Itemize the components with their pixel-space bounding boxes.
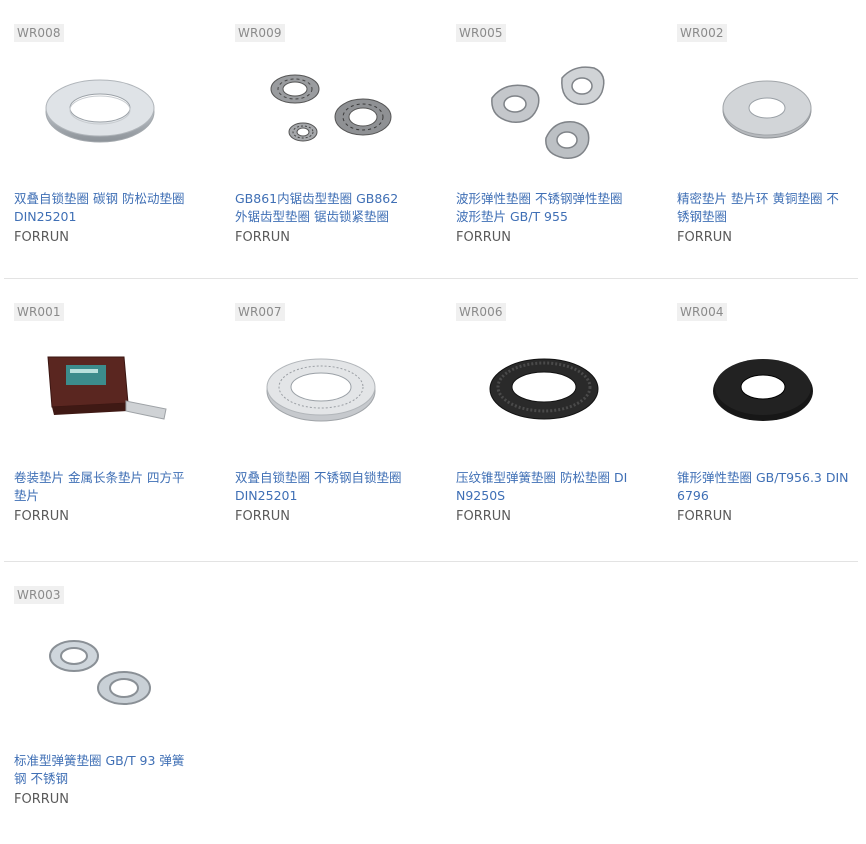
shim-stock-roll-box-icon[interactable] [32, 327, 192, 447]
product-brand: FORRUN [235, 509, 291, 524]
product-sku-badge: WR004 [677, 303, 727, 321]
product-brand: FORRUN [235, 230, 291, 245]
serrated-lock-washers-icon[interactable] [253, 48, 413, 168]
product-grid: WR008 双叠自锁垫圈 碳钢 防松动垫圈 DIN25201 FORRUN WR… [4, 0, 858, 844]
product-title-link[interactable]: 卷装垫片 金属长条垫片 四方平垫片 [14, 469, 186, 505]
product-title-link[interactable]: 标准型弹簧垫圈 GB/T 93 弹簧钢 不锈钢 [14, 752, 186, 788]
double-lock-washer-steel-icon[interactable] [32, 48, 192, 168]
product-brand: FORRUN [14, 230, 70, 245]
product-title-link[interactable]: 压纹锥型弹簧垫圈 防松垫圈 DIN9250S [456, 469, 628, 505]
product-title-link[interactable]: 锥形弹性垫圈 GB/T956.3 DIN 6796 [677, 469, 849, 505]
product-row: WR008 双叠自锁垫圈 碳钢 防松动垫圈 DIN25201 FORRUN WR… [4, 0, 858, 278]
product-sku-badge: WR006 [456, 303, 506, 321]
precision-shim-washer-icon[interactable] [695, 48, 855, 168]
product-brand: FORRUN [677, 230, 733, 245]
product-brand: FORRUN [14, 509, 70, 524]
double-lock-washer-stainless-icon[interactable] [253, 327, 413, 447]
product-row: WR001 卷装垫片 金属长条垫片 四方平垫片 FORRUN WR007 双叠自… [4, 278, 858, 561]
product-card[interactable]: WR004 锥形弹性垫圈 GB/T956.3 DIN 6796 FORRUN [667, 279, 866, 539]
product-brand: FORRUN [677, 509, 733, 524]
product-title-link[interactable]: 双叠自锁垫圈 碳钢 防松动垫圈 DIN25201 [14, 190, 186, 226]
product-sku-badge: WR007 [235, 303, 285, 321]
product-sku-badge: WR005 [456, 24, 506, 42]
product-brand: FORRUN [14, 792, 70, 807]
product-card[interactable]: WR005 波形弹性垫圈 不锈钢弹性垫圈 波形垫片 GB/T 955 FORRU… [446, 0, 646, 260]
product-title-link[interactable]: 精密垫片 垫片环 黄铜垫圈 不锈钢垫圈 [677, 190, 849, 226]
product-sku-badge: WR003 [14, 586, 64, 604]
product-brand: FORRUN [456, 509, 512, 524]
product-card[interactable]: WR009 GB861内锯齿型垫圈 GB862外锯齿型垫圈 锯齿锁紧垫圈 FOR… [225, 0, 425, 260]
product-card[interactable]: WR003 标准型弹簧垫圈 GB/T 93 弹簧钢 不锈钢 FORRUN [4, 562, 204, 822]
product-sku-badge: WR009 [235, 24, 285, 42]
product-title-link[interactable]: 双叠自锁垫圈 不锈钢自锁垫圈 DIN25201 [235, 469, 407, 505]
product-sku-badge: WR002 [677, 24, 727, 42]
product-title-link[interactable]: 波形弹性垫圈 不锈钢弹性垫圈 波形垫片 GB/T 955 [456, 190, 628, 226]
product-card[interactable]: WR006 压纹锥型弹簧垫圈 防松垫圈 DIN9250S FORRUN [446, 279, 646, 539]
split-lock-washers-icon[interactable] [32, 610, 192, 730]
wave-spring-washers-icon[interactable] [474, 48, 634, 168]
product-sku-badge: WR001 [14, 303, 64, 321]
conical-spring-washer-black-icon[interactable] [695, 327, 855, 447]
ribbed-conical-washer-black-icon[interactable] [474, 327, 634, 447]
product-card[interactable]: WR002 精密垫片 垫片环 黄铜垫圈 不锈钢垫圈 FORRUN [667, 0, 866, 260]
product-card[interactable]: WR001 卷装垫片 金属长条垫片 四方平垫片 FORRUN [4, 279, 204, 539]
product-brand: FORRUN [456, 230, 512, 245]
product-row: WR003 标准型弹簧垫圈 GB/T 93 弹簧钢 不锈钢 FORRUN [4, 561, 858, 844]
product-card[interactable]: WR007 双叠自锁垫圈 不锈钢自锁垫圈 DIN25201 FORRUN [225, 279, 425, 539]
product-card[interactable]: WR008 双叠自锁垫圈 碳钢 防松动垫圈 DIN25201 FORRUN [4, 0, 204, 260]
product-sku-badge: WR008 [14, 24, 64, 42]
product-title-link[interactable]: GB861内锯齿型垫圈 GB862外锯齿型垫圈 锯齿锁紧垫圈 [235, 190, 407, 226]
